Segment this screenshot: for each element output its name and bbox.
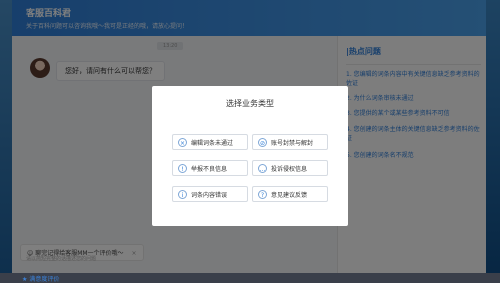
option-infringement-complaint[interactable]: … 投诉侵权信息: [252, 160, 328, 176]
option-account-ban[interactable]: ⊘ 账号封禁与解封: [252, 134, 328, 150]
x-circle-icon: ×: [178, 137, 187, 147]
option-feedback[interactable]: ? 意见建议反馈: [252, 186, 328, 202]
star-icon: ★: [22, 276, 28, 283]
option-label: 举报不良信息: [191, 165, 228, 173]
report-icon: !: [178, 163, 187, 173]
option-label: 投诉侵权信息: [271, 165, 308, 173]
option-label: 账号封禁与解封: [271, 139, 314, 147]
option-report-bad-info[interactable]: ! 举报不良信息: [172, 160, 248, 176]
dialog-title: 选择业务类型: [226, 99, 274, 108]
option-label: 意见建议反馈: [271, 191, 308, 199]
option-label: 词条内容错误: [191, 191, 228, 199]
error-icon: i: [178, 189, 187, 199]
satisfaction-label: 满意度评价: [29, 276, 60, 283]
complaint-icon: …: [258, 163, 267, 173]
satisfaction-button[interactable]: ★ 满意度评价: [22, 274, 59, 283]
option-edit-rejected[interactable]: × 编辑词条未通过: [172, 134, 248, 150]
option-content-error[interactable]: i 词条内容错误: [172, 186, 248, 202]
ban-icon: ⊘: [258, 137, 267, 147]
business-type-dialog: 选择业务类型 × 编辑词条未通过 ⊘ 账号封禁与解封 ! 举报不良信息 … 投诉…: [152, 86, 348, 226]
option-label: 编辑词条未通过: [191, 139, 234, 147]
feedback-icon: ?: [258, 189, 267, 199]
